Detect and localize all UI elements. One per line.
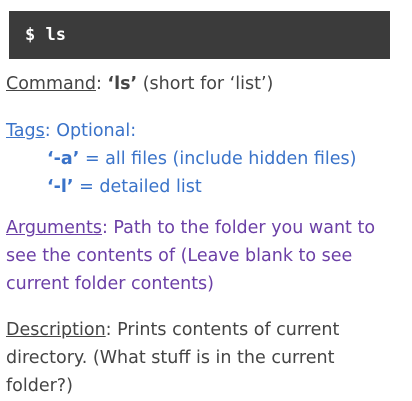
description-line-1: Description: Prints contents of current [6, 316, 339, 344]
description-line-3: folder?) [6, 372, 73, 400]
command-name: ‘ls’ [107, 74, 138, 94]
command-description: (short for ‘list’) [137, 74, 274, 94]
tag-flag: ‘-a’ [47, 149, 80, 169]
arguments-line-1: Arguments: Path to the folder you want t… [6, 214, 375, 242]
arguments-text-1: : Path to the folder you want to [101, 218, 376, 238]
tag-description: = all files (include hidden files) [79, 149, 357, 169]
tag-item: ‘-l’ = detailed list [47, 173, 202, 201]
arguments-text-3: current folder contents) [6, 274, 215, 294]
description-text-2: directory. (What stuff is in the current [6, 348, 335, 368]
command-line: Command: ‘ls’ (short for ‘list’) [6, 70, 273, 98]
arguments-label: Arguments [6, 218, 102, 238]
arguments-line-3: current folder contents) [6, 270, 214, 298]
terminal-block: $ ls [9, 11, 390, 59]
tags-label: Tags [6, 121, 45, 141]
tags-optional: : Optional: [44, 121, 137, 141]
terminal-command: $ ls [25, 25, 66, 45]
tag-item: ‘-a’ = all files (include hidden files) [47, 145, 357, 173]
description-line-2: directory. (What stuff is in the current [6, 344, 334, 372]
arguments-text-2: see the contents of (Leave blank to see [6, 246, 353, 266]
arguments-line-2: see the contents of (Leave blank to see [6, 242, 352, 270]
description-label: Description [6, 320, 106, 340]
description-text-3: folder?) [6, 376, 73, 396]
tag-description: = detailed list [73, 177, 202, 197]
command-label: Command [6, 74, 96, 94]
description-text-1: : Prints contents of current [105, 320, 340, 340]
tag-flag: ‘-l’ [47, 177, 74, 197]
tags-line: Tags: Optional: [6, 117, 136, 145]
command-separator: : [95, 74, 108, 94]
